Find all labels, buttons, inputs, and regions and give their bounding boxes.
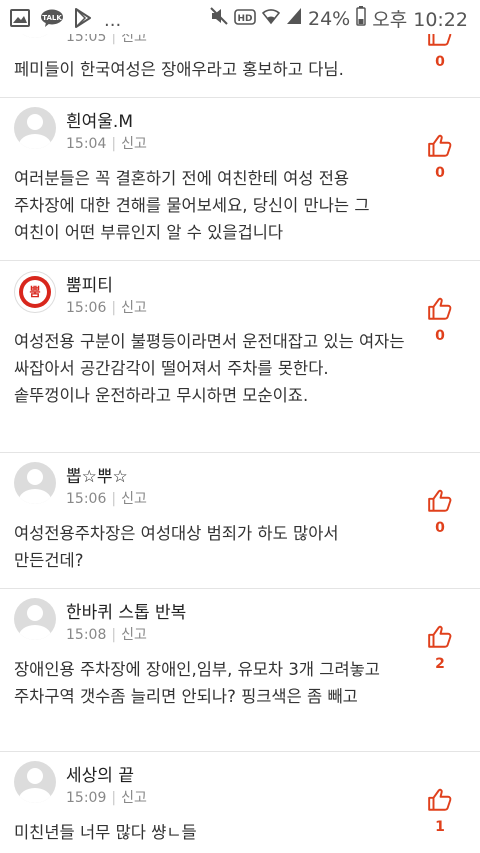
comment-author[interactable]: 뽑☆뿌☆: [66, 462, 128, 487]
comment-meta: 15:04 | 신고: [66, 136, 147, 152]
comment-author[interactable]: 흰여울.M: [66, 107, 133, 132]
battery-percent: 24%: [308, 7, 351, 30]
image-icon: [10, 9, 30, 31]
comment-text: 미친년들 너무 많다 썅ㄴ들: [14, 823, 197, 842]
report-link[interactable]: 신고: [121, 627, 147, 643]
status-dots: ...: [104, 9, 122, 31]
signal-icon: [286, 7, 302, 30]
comment-item: 흰여울.M 15:04 | 신고 여러분들은 꼭 결혼하기 전에 여친한테 여성 전…: [0, 97, 480, 261]
comment-item: 뽑☆뿌☆ 15:06 | 신고 여성전용주차장은 여성대상 범죄가 하도 많아서 만…: [0, 452, 480, 589]
thumbs-up-icon: [428, 625, 452, 648]
comment-time: 15:06: [66, 300, 107, 316]
comment-text: 장애인용 주차장에 장애인,임부, 유모차 3개 그려놓고 주차구역 갯수좀 늘…: [14, 660, 380, 706]
like-count: 0: [435, 520, 445, 536]
comment-meta: 15:06 | 신고: [66, 491, 147, 507]
like-button[interactable]: 0: [424, 133, 456, 181]
like-count: 2: [435, 656, 445, 672]
status-bar-right: HD 24% 오후 10:22: [210, 5, 468, 32]
like-count: 0: [435, 54, 445, 70]
svg-text:HD: HD: [237, 14, 252, 24]
report-link[interactable]: 신고: [121, 790, 147, 806]
comment-author[interactable]: 뿜피티: [66, 271, 113, 296]
status-bar: TALK ... HD 24% 오후 10:22: [0, 0, 480, 34]
comment-meta: 15:09 | 신고: [66, 790, 147, 806]
wifi-icon: [261, 7, 281, 30]
report-link[interactable]: 신고: [121, 136, 147, 152]
avatar[interactable]: [14, 761, 56, 803]
like-count: 0: [435, 165, 445, 181]
like-count: 1: [435, 819, 445, 835]
battery-icon: [356, 6, 366, 31]
like-count: 0: [435, 328, 445, 344]
avatar-logo-text: 뿜: [23, 280, 47, 304]
comment-text: 여러분들은 꼭 결혼하기 전에 여친한테 여성 전용 주차장에 대한 견해를 물…: [14, 169, 370, 242]
status-bar-left: TALK ...: [10, 8, 121, 32]
talk-icon: TALK: [40, 9, 64, 31]
comment-text: 페미들이 한국여성은 장애우라고 홍보하고 다님.: [14, 60, 344, 79]
avatar[interactable]: 뿜: [14, 271, 56, 313]
hd-icon: HD: [234, 8, 256, 30]
comment-time: 15:08: [66, 627, 107, 643]
comment-item: 한바퀴 스톱 반복 15:08 | 신고 장애인용 주차장에 장애인,임부, 유모차…: [0, 588, 480, 752]
mute-icon: [210, 7, 228, 30]
report-link[interactable]: 신고: [121, 491, 147, 507]
avatar[interactable]: [14, 107, 56, 149]
play-store-icon: [74, 8, 92, 32]
like-button[interactable]: 0: [424, 296, 456, 344]
comment-meta: 15:08 | 신고: [66, 627, 147, 643]
thumbs-up-icon: [428, 134, 452, 157]
thumbs-up-icon: [428, 788, 452, 811]
avatar[interactable]: [14, 598, 56, 640]
comment-author[interactable]: 세상의 끝: [66, 761, 134, 786]
comment-item: 세상의 끝 15:09 | 신고 미친년들 너무 많다 썅ㄴ들 1: [0, 751, 480, 853]
comment-time: 15:06: [66, 491, 107, 507]
svg-text:TALK: TALK: [42, 14, 62, 22]
comment-author[interactable]: 한바퀴 스톱 반복: [66, 598, 186, 623]
thumbs-up-icon: [428, 489, 452, 512]
like-button[interactable]: 2: [424, 624, 456, 672]
comment-item: 뿜 뿜피티 15:06 | 신고 여성전용 구분이 불평등이라면서 운전대잡고 있는…: [0, 260, 480, 453]
avatar[interactable]: [14, 462, 56, 504]
comment-text: 여성전용주차장은 여성대상 범죄가 하도 많아서 만든건데?: [14, 524, 339, 570]
comment-time: 15:04: [66, 136, 107, 152]
report-link[interactable]: 신고: [121, 300, 147, 316]
comment-time: 15:09: [66, 790, 107, 806]
comment-text: 여성전용 구분이 불평등이라면서 운전대잡고 있는 여자는 싸잡아서 공간감각이…: [14, 332, 405, 405]
like-button[interactable]: 1: [424, 787, 456, 835]
like-button[interactable]: 0: [424, 488, 456, 536]
thumbs-up-icon: [428, 297, 452, 320]
comment-meta: 15:06 | 신고: [66, 300, 147, 316]
status-time: 오후 10:22: [372, 9, 468, 31]
